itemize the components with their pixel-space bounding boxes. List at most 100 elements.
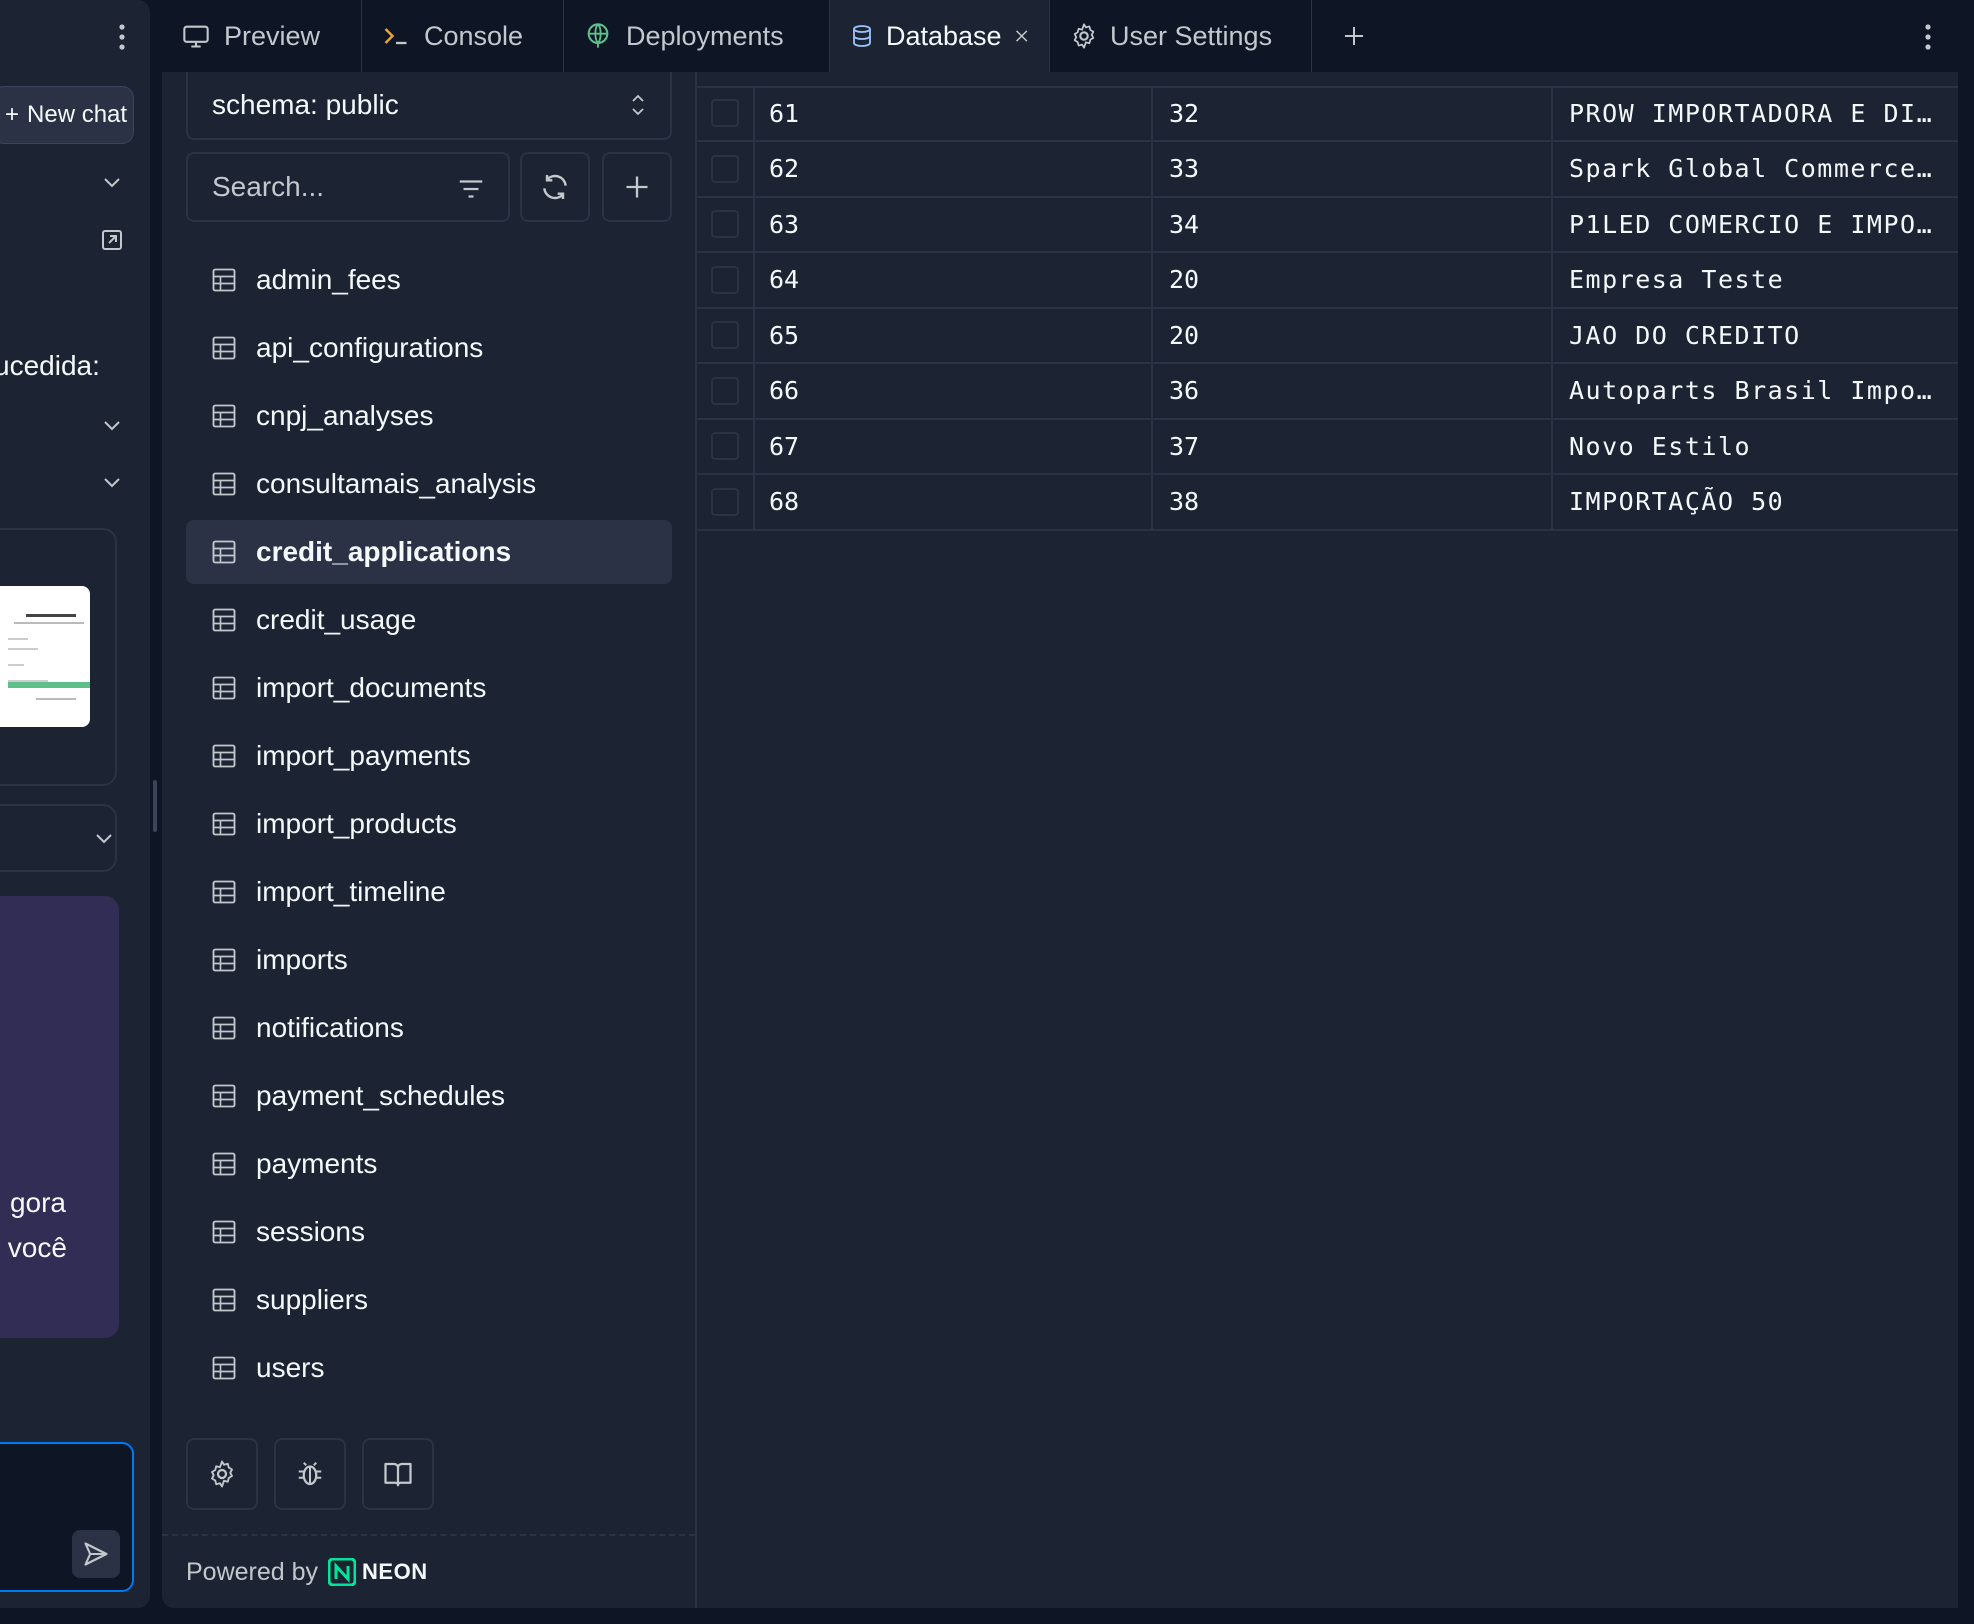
table-icon [212,1288,236,1312]
cell-id[interactable]: 63 [753,197,1153,251]
table-row[interactable]: 67 37 Novo Estilo [697,419,1958,475]
table-list-item[interactable]: import_payments [186,724,672,788]
filter-icon[interactable] [456,174,486,204]
row-checkbox[interactable] [711,432,739,460]
row-checkbox[interactable] [711,376,739,405]
table-list-item[interactable]: import_timeline [186,860,672,924]
table-row[interactable]: 68 38 IMPORTAÇÃO 50 [697,474,1958,531]
cell-user-id[interactable]: 32 [1153,86,1553,140]
row-checkbox[interactable] [711,321,739,349]
table-list-item[interactable]: users [186,1336,672,1400]
row-checkbox-cell [697,252,755,307]
tab-label: Console [424,20,524,51]
cell-company-name[interactable]: P1LED COMERCIO E IMPOR… [1553,197,1958,251]
company-name-text: Novo Estilo [1569,431,1752,461]
table-list-item[interactable]: consultamais_analysis [186,452,672,516]
cell-id[interactable]: 62 [753,141,1153,196]
table-row[interactable]: 62 33 Spark Global Commerce … [697,141,1958,198]
cell-company-name[interactable]: Empresa Teste [1553,253,1958,307]
cell-id[interactable]: 65 [753,308,1153,362]
close-icon[interactable] [1014,27,1029,45]
table-list-item[interactable]: payments [186,1132,672,1196]
screenshot-thumbnail[interactable] [0,586,90,727]
cell-company-name[interactable]: Spark Global Commerce … [1553,142,1958,196]
tab-preview[interactable]: Preview [162,0,362,72]
row-checkbox-cell [697,308,755,362]
table-row[interactable]: 64 20 Empresa Teste [697,252,1958,309]
add-table-button[interactable] [602,152,672,222]
table-list-item[interactable]: payment_schedules [186,1064,672,1128]
chevron-down-icon[interactable] [100,413,124,437]
docs-button[interactable] [362,1438,434,1510]
table-row[interactable]: 66 36 Autoparts Brasil Impor… [697,363,1958,420]
refresh-button[interactable] [520,152,590,222]
cell-company-name[interactable]: IMPORTAÇÃO 50 [1553,475,1958,529]
cell-company-name[interactable]: PROW IMPORTADORA E DIS… [1553,86,1958,140]
add-tab-button[interactable] [1312,0,1396,72]
schema-select[interactable]: schema: public [186,72,672,140]
row-checkbox[interactable] [711,487,739,516]
table-icon [212,744,236,768]
neon-logo[interactable]: NEON [328,1558,428,1586]
tab-deployments[interactable]: Deployments [564,0,830,72]
table-row[interactable]: 65 20 JAO DO CREDITO [697,308,1958,364]
tab-console[interactable]: Console [362,0,564,72]
tab-label: User Settings [1110,20,1273,51]
cell-id[interactable]: 64 [753,252,1153,307]
cell-user-id[interactable]: 36 [1153,363,1553,418]
company-name-text: PROW IMPORTADORA E DIS… [1569,98,1934,128]
table-name: import_documents [256,672,487,703]
chevron-down-icon[interactable] [100,170,124,194]
table-list-item[interactable]: imports [186,928,672,992]
cell-id[interactable]: 68 [753,474,1153,529]
cell-id[interactable]: 61 [753,86,1153,140]
table-list-item[interactable]: admin_fees [186,248,672,312]
cell-user-id[interactable]: 20 [1153,308,1553,362]
cell-id[interactable]: 67 [753,419,1153,473]
table-search-input[interactable]: Search... [186,152,510,222]
row-checkbox[interactable] [711,154,739,183]
table-list-item[interactable]: cnpj_analyses [186,384,672,448]
chevron-down-icon[interactable] [100,470,124,494]
tab-user-settings[interactable]: User Settings [1050,0,1312,72]
table-list-item[interactable]: sessions [186,1200,672,1264]
table-row[interactable]: 61 32 PROW IMPORTADORA E DIS… [697,86,1958,142]
debug-button[interactable] [274,1438,346,1510]
globe-icon [587,23,609,48]
neon-label: NEON [362,1559,428,1584]
row-checkbox[interactable] [711,265,739,294]
new-chat-button[interactable]: + New chat [0,86,134,144]
table-list-item[interactable]: import_documents [186,656,672,720]
send-button[interactable] [72,1530,120,1578]
cell-user-id[interactable]: 38 [1153,474,1553,529]
table-list-item[interactable]: suppliers [186,1268,672,1332]
row-checkbox[interactable] [711,210,739,238]
cell-user-id[interactable]: 34 [1153,197,1553,251]
cell-company-name[interactable]: JAO DO CREDITO [1553,308,1958,362]
panel-resize-handle[interactable] [153,780,157,832]
schema-label: schema: public [212,89,399,120]
cell-user-id[interactable]: 33 [1153,141,1553,196]
table-list-item[interactable]: notifications [186,996,672,1060]
open-external-icon[interactable] [100,228,124,252]
table-list-item[interactable]: import_products [186,792,672,856]
chevron-down-icon[interactable] [92,826,116,850]
cell-user-id[interactable]: 20 [1153,252,1553,307]
cell-id[interactable]: 66 [753,363,1153,418]
powered-by-label: Powered by [186,1557,319,1586]
table-name: consultamais_analysis [256,468,537,499]
table-list-item[interactable]: credit_usage [186,588,672,652]
tab-menu-icon[interactable] [1922,22,1934,57]
row-checkbox[interactable] [711,99,739,127]
table-list-item[interactable]: credit_applications [186,520,672,584]
refresh-icon [543,174,567,200]
cell-user-id[interactable]: 37 [1153,419,1553,473]
table-list-item[interactable]: api_configurations [186,316,672,380]
tab-database[interactable]: Database [830,0,1050,72]
chat-menu-icon[interactable] [116,22,128,57]
cell-company-name[interactable]: Autoparts Brasil Impor… [1553,364,1958,418]
table-row[interactable]: 63 34 P1LED COMERCIO E IMPOR… [697,197,1958,253]
settings-button[interactable] [186,1438,258,1510]
table-name: users [256,1352,325,1383]
cell-company-name[interactable]: Novo Estilo [1553,419,1958,473]
